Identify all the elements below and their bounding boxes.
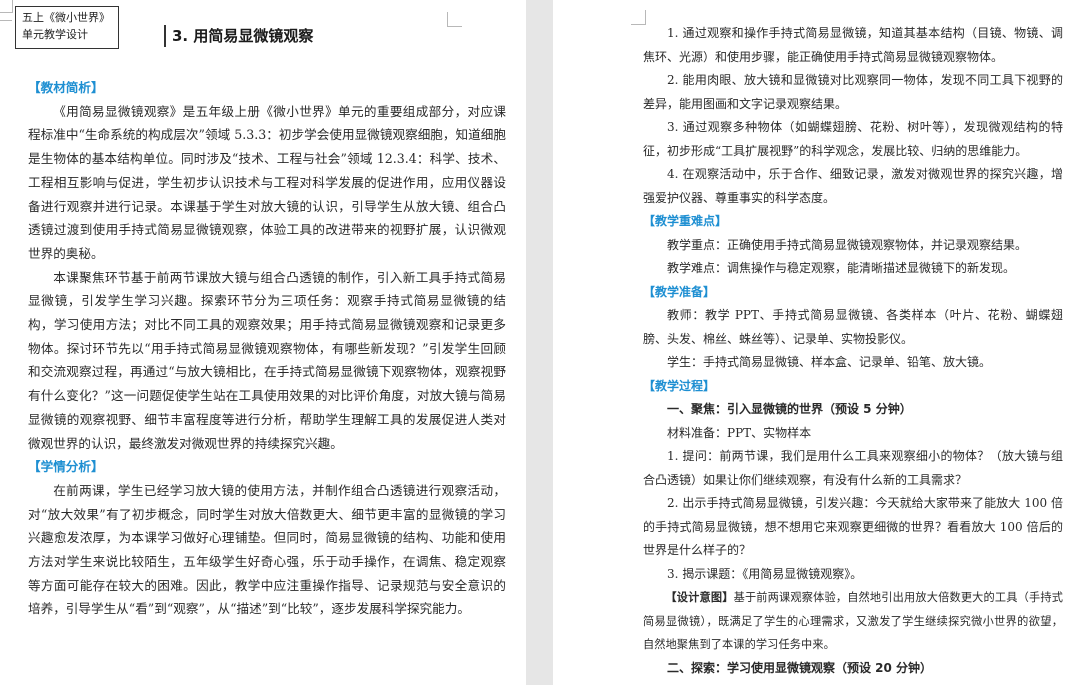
- design-intent: 【设计意图】基于前两课观察体验，自然地引出用放大倍数更大的工具（手持式简易显微镜…: [643, 586, 1063, 657]
- key-point: 教学难点：调焦操作与稳定观察，能清晰描述显微镜下的新发现。: [667, 261, 1016, 275]
- process-item: 1. 提问：前两节课，我们是用什么工具来观察细小的物体？（放大镜与组合凸透镜）如…: [643, 449, 1063, 487]
- right-body-text: 1. 通过观察和操作手持式简易显微镜，知道其基本结构（目镜、物镜、调焦环、光源）…: [643, 22, 1063, 680]
- paragraph: 《用简易显微镜观察》是五年级上册《微小世界》单元的重要组成部分，对应课程标准中“…: [28, 103, 506, 261]
- materials-line: 材料准备：PPT、实物样本: [667, 425, 812, 440]
- process-step-title: 一、聚焦：引入显微镜的世界（预设 5 分钟）: [667, 402, 912, 416]
- paragraph: 在前两课，学生已经学习放大镜的使用方法，并制作组合凸透镜进行观察活动，对“放大效…: [28, 482, 506, 617]
- section-heading-process: 【教学过程】: [643, 378, 716, 393]
- left-body-text: 【教材简析】 《用简易显微镜观察》是五年级上册《微小世界》单元的重要组成部分，对…: [28, 76, 506, 621]
- prep-item: 学生：手持式简易显微镜、样本盒、记录单、铅笔、放大镜。: [667, 355, 992, 369]
- process-item: 3. 揭示课题：《用简易显微镜观察》。: [667, 566, 863, 581]
- key-point: 教学重点：正确使用手持式简易显微镜观察物体，并记录观察结果。: [667, 237, 1028, 252]
- unit-label-box: 五上《微小世界》 单元教学设计: [15, 6, 119, 49]
- goal-item: 2. 能用肉眼、放大镜和显微镜对比观察同一物体，发现不同工具下视野的差异，能用图…: [643, 73, 1063, 111]
- section-heading-key-points: 【教学重难点】: [643, 214, 728, 228]
- process-step-title: 二、探索：学习使用显微镜观察（预设 20 分钟）: [667, 660, 933, 675]
- unit-name: 五上《微小世界》: [22, 12, 110, 24]
- prep-item: 教师：教学 PPT、手持式简易显微镜、各类样本（叶片、花粉、蝴蝶翅膀、头发、棉丝…: [643, 308, 1063, 346]
- goal-item: 3. 通过观察多种物体（如蝴蝶翅膀、花粉、树叶等），发现微观结构的特征，初步形成…: [643, 120, 1063, 158]
- page-corner-mark: [0, 0, 13, 13]
- page-corner-mark: [0, 20, 12, 21]
- goal-item: 4. 在观察活动中，乐于合作、细致记录，激发对微观世界的探究兴趣，增强爱护仪器、…: [643, 167, 1063, 205]
- section-heading-students: 【学情分析】: [28, 459, 104, 475]
- page-corner-mark: [447, 12, 462, 27]
- unit-subtitle: 单元教学设计: [22, 29, 88, 41]
- process-item: 2. 出示手持式简易显微镜，引发兴趣：今天就给大家带来了能放大 100 倍的手持…: [643, 496, 1063, 557]
- section-heading-preparation: 【教学准备】: [643, 284, 716, 299]
- paragraph: 本课聚焦环节基于前两节课放大镜与组合凸透镜的制作，引入新工具手持式简易显微镜，引…: [28, 269, 506, 451]
- section-heading-materials: 【教材简析】: [28, 80, 104, 95]
- design-intent-tag: 【设计意图】: [665, 591, 734, 604]
- goal-item: 1. 通过观察和操作手持式简易显微镜，知道其基本结构（目镜、物镜、调焦环、光源）…: [643, 26, 1063, 64]
- lesson-title: 3. 用简易显微镜观察: [164, 25, 313, 47]
